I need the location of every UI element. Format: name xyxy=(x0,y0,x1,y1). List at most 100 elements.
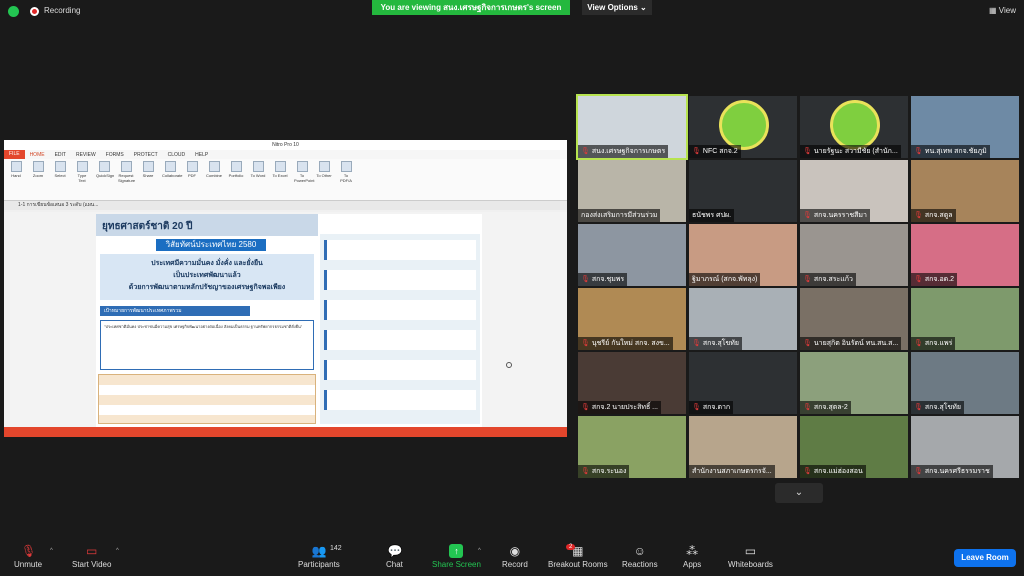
view-options-button[interactable]: View Options ⌄ xyxy=(582,0,652,15)
participant-name-text: สกจ.สุโขทัย xyxy=(702,340,739,347)
ribbon-button-icon xyxy=(252,161,264,172)
participant-tile[interactable]: 🎙 สกจ.สตูล xyxy=(911,160,1019,222)
participant-tile[interactable]: ธนัชพร ศปผ. xyxy=(689,160,797,222)
participant-tile[interactable]: 🎙 NFC สกจ.2 xyxy=(689,96,797,158)
start-video-button[interactable]: ▭ Start Video xyxy=(72,544,111,569)
ribbon-button: To PDF/A xyxy=(338,161,354,183)
mic-muted-icon: 🎙 xyxy=(803,404,812,411)
ribbon-button-label: Portfolio xyxy=(228,173,244,178)
participant-name-text: กองส่งเสริมการมีส่วนร่วม xyxy=(581,212,658,219)
participant-tile[interactable]: 🎙 นายสุกิต อินรัตน์ ทน.สน.ส... xyxy=(800,288,908,350)
unmute-button[interactable]: 🎙 Unmute xyxy=(14,544,42,569)
participant-name: 🎙 นายสุกิต อินรัตน์ ทน.สน.ส... xyxy=(800,337,902,350)
pdf-header: ยุทธศาสตร์ชาติ 20 ปี xyxy=(96,214,318,236)
ribbon-button-icon xyxy=(296,161,308,172)
participant-tile[interactable]: ฐิมาภรณ์ (สกจ.พัทลุง) xyxy=(689,224,797,286)
infographic-block xyxy=(324,360,476,380)
caret-up-icon[interactable]: ^ xyxy=(116,548,119,554)
participant-tile[interactable]: 🎙 สกจ.แพร่ xyxy=(911,288,1019,350)
participant-tile[interactable]: 🎙 นายรัฐนะ สวามีชัย (สำนัก... xyxy=(800,96,908,158)
mic-muted-icon: 🎙 xyxy=(692,340,701,347)
participant-name: 🎙 สกจ.แม่ฮ่องสอน xyxy=(800,465,866,478)
security-shield-icon[interactable] xyxy=(8,6,19,17)
view-button[interactable]: ▦ View xyxy=(989,6,1016,15)
video-off-icon: ▭ xyxy=(86,544,98,558)
ribbon-button: PDF xyxy=(184,161,200,178)
participant-tile[interactable]: 🎙 สนง.เศรษฐกิจการเกษตร xyxy=(576,94,688,160)
participant-name: 🎙 สกจ.สุโขทัย xyxy=(911,401,964,414)
ribbon-button: Hand xyxy=(8,161,24,178)
participant-tile[interactable]: 🎙 สกจ.สุตล-2 xyxy=(800,352,908,414)
participant-name-text: สนง.เศรษฐกิจการเกษตร xyxy=(591,148,666,155)
reactions-button[interactable]: ☺ Reactions xyxy=(622,544,658,569)
participant-tile[interactable]: 🎙 สกจ.นครราชสีมา xyxy=(800,160,908,222)
mic-muted-icon: 🎙 xyxy=(914,212,923,219)
ribbon-button-label: Hand xyxy=(11,173,21,178)
participant-tile[interactable]: กองส่งเสริมการมีส่วนร่วม xyxy=(578,160,686,222)
participant-tile[interactable]: 🎙 สกจ.แม่ฮ่องสอน xyxy=(800,416,908,478)
ribbon-button-label: To PowerPoint xyxy=(294,173,315,183)
participant-tile[interactable]: 🎙 ทน.สุเทพ สกจ.ชัยภูมิ xyxy=(911,96,1019,158)
record-button[interactable]: ◉ Record xyxy=(502,544,528,569)
participant-name: ธนัชพร ศปผ. xyxy=(689,209,735,222)
participant-tile[interactable]: 🎙 สกจ.อด.2 xyxy=(911,224,1019,286)
ribbon-button-label: QuickSign xyxy=(96,173,115,178)
meeting-toolbar: 🎙 Unmute ^ ▭ Start Video ^ 👥 Participants 1… xyxy=(0,540,1024,576)
infographic-block xyxy=(324,270,476,290)
ribbon-button: Share xyxy=(140,161,156,178)
apps-button[interactable]: ⁂ Apps xyxy=(683,544,701,569)
agency-emblem-icon xyxy=(719,100,769,150)
participant-tile[interactable]: 🎙 สกจ.สุโขทัย xyxy=(689,288,797,350)
whiteboard-icon: ▭ xyxy=(744,544,757,558)
share-screen-button[interactable]: ↑ Share Screen xyxy=(432,544,481,569)
mic-muted-icon: 🎙 xyxy=(803,276,812,283)
whiteboards-button[interactable]: ▭ Whiteboards xyxy=(728,544,773,569)
recording-icon xyxy=(30,7,39,16)
share-screen-label: Share Screen xyxy=(432,560,481,569)
ribbon-toolbar: Hand Zoom Select Type Text QuickSign Request … xyxy=(4,159,567,201)
participant-tile[interactable]: 🎙 สกจ.สระแก้ว xyxy=(800,224,908,286)
participant-tile[interactable]: สำนักงานสภาเกษตรกรจั... xyxy=(689,416,797,478)
participant-name: 🎙 นุชรีย์ กันใหม่ สกจ. สงข... xyxy=(578,337,673,350)
top-bar: Recording You are viewing สนง.เศรษฐกิจกา… xyxy=(0,0,1024,22)
ribbon-button-icon xyxy=(142,161,154,172)
participant-tile[interactable]: 🎙 สกจ.2 นายประสิทธิ์ ... xyxy=(578,352,686,414)
ribbon-button: Collaborate xyxy=(162,161,182,178)
ribbon-tab: CLOUD xyxy=(167,151,186,158)
mic-muted-icon: 🎙 xyxy=(581,148,590,155)
leave-room-button[interactable]: Leave Room xyxy=(954,549,1016,567)
participant-name-text: สกจ.สุตล-2 xyxy=(813,404,848,411)
participant-tile[interactable]: 🎙 สกจ.ระนอง xyxy=(578,416,686,478)
mic-muted-icon: 🎙 xyxy=(914,340,923,347)
participants-count: 142 xyxy=(330,545,342,552)
chat-button[interactable]: 💬 Chat xyxy=(386,544,403,569)
participant-gallery: 🎙 สนง.เศรษฐกิจการเกษตร 🎙 NFC สกจ.2 🎙 นายรัฐนะ… xyxy=(576,94,1020,480)
participant-tile[interactable]: 🎙 สกจ.ตาก xyxy=(689,352,797,414)
participant-tile[interactable]: 🎙 สกจ.นครศรีธรรมราช xyxy=(911,416,1019,478)
caret-up-icon[interactable]: ^ xyxy=(50,548,53,554)
breakout-badge: 2 xyxy=(566,544,576,550)
participant-tile[interactable]: 🎙 นุชรีย์ กันใหม่ สกจ. สงข... xyxy=(578,288,686,350)
breakout-rooms-button[interactable]: ▦ 2 Breakout Rooms xyxy=(548,544,608,569)
pdf-page: ยุทธศาสตร์ชาติ 20 ปี วิสัยทัศน์ประเทศไทย… xyxy=(96,214,482,427)
participant-name: 🎙 สกจ.2 นายประสิทธิ์ ... xyxy=(578,401,662,414)
ribbon-button-icon xyxy=(164,161,176,172)
participant-tile[interactable]: 🎙 สกจ.ชุมพร xyxy=(578,224,686,286)
ribbon-button: To Word xyxy=(250,161,266,178)
ribbon-button-icon xyxy=(208,161,220,172)
record-icon: ◉ xyxy=(509,544,521,558)
participant-name: 🎙 สกจ.ระนอง xyxy=(578,465,630,478)
participant-tile[interactable]: 🎙 สกจ.สุโขทัย xyxy=(911,352,1019,414)
chevron-down-icon[interactable]: ⌄ xyxy=(775,483,823,503)
caret-up-icon[interactable]: ^ xyxy=(478,548,481,554)
participant-name-text: สกจ.2 นายประสิทธิ์ ... xyxy=(591,404,659,411)
participant-name-text: ธนัชพร ศปผ. xyxy=(692,212,732,219)
mic-muted-icon: 🎙 xyxy=(581,468,590,475)
participant-name-text: สกจ.ตาก xyxy=(702,404,731,411)
apps-icon: ⁂ xyxy=(686,544,699,558)
participant-name-text: สกจ.นครราชสีมา xyxy=(813,212,867,219)
mic-muted-icon: 🎙 xyxy=(692,404,701,411)
participant-name-text: สกจ.อด.2 xyxy=(924,276,955,283)
mic-muted-icon: 🎙 xyxy=(803,212,812,219)
mic-off-icon: 🎙 xyxy=(21,544,37,558)
